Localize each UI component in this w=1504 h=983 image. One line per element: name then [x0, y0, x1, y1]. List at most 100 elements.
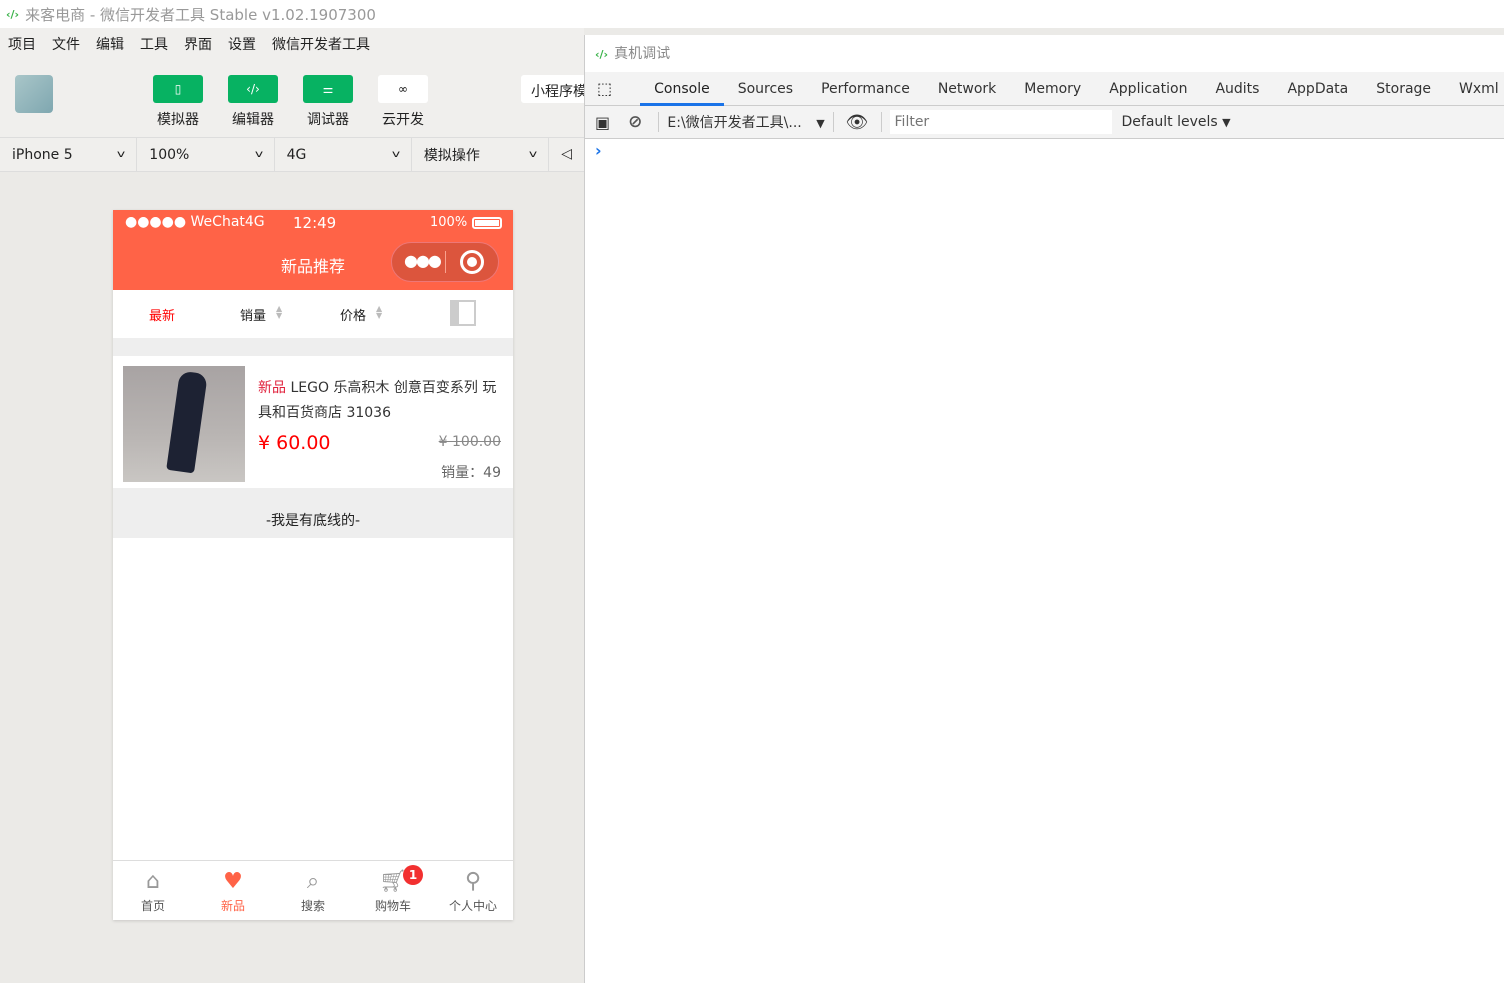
app-logo-icon: ‹/›	[6, 7, 20, 21]
battery-icon	[472, 217, 502, 229]
menu-file[interactable]: 文件	[52, 34, 80, 54]
avatar[interactable]	[15, 75, 53, 113]
clear-console-icon[interactable]: ⊘	[620, 112, 650, 132]
more-icon[interactable]: ●●●	[404, 251, 442, 270]
tab-audits[interactable]: Audits	[1201, 72, 1273, 106]
tab-profile[interactable]: ⚲ 个人中心	[433, 861, 513, 920]
code-icon: ‹/›	[228, 75, 278, 103]
devtools-title-text: 真机调试	[614, 46, 671, 62]
menu-wechat-devtools[interactable]: 微信开发者工具	[272, 34, 370, 54]
levels-value: Default levels	[1121, 114, 1218, 130]
tab-label: 新品	[220, 899, 245, 913]
eye-icon[interactable]: 👁︎	[842, 112, 873, 133]
product-card[interactable]: 新品 LEGO 乐高积木 创意百变系列 玩具和百货商店 31036 ¥ 60.0…	[113, 356, 513, 488]
tab-performance[interactable]: Performance	[807, 72, 924, 106]
end-of-list-text: -我是有底线的-	[113, 488, 513, 538]
sort-latest[interactable]: 最新	[149, 305, 175, 324]
nav-header: ●●●●● WeChat4G 12:49 100% 新品推荐 ●●●	[113, 210, 513, 290]
product-title: 新品 LEGO 乐高积木 创意百变系列 玩具和百货商店 31036	[258, 376, 498, 426]
sort-bar: 最新 销量 ▲ ▼ 价格 ▲ ▼	[113, 290, 513, 338]
divider	[832, 112, 834, 132]
debugger-button[interactable]: ⚌ 调试器	[303, 75, 353, 129]
debugger-label: 调试器	[307, 112, 349, 128]
operation-select[interactable]: 模拟操作 v	[412, 138, 550, 171]
tab-memory[interactable]: Memory	[1010, 72, 1095, 106]
zoom-select[interactable]: 100% v	[137, 138, 275, 171]
sort-price[interactable]: 价格	[340, 305, 366, 324]
mode-select[interactable]: 小程序模式	[521, 75, 591, 103]
divider	[658, 112, 660, 132]
cart-icon: 🛒︎ 1	[353, 865, 433, 897]
close-miniprogram-icon[interactable]	[460, 250, 484, 274]
operation-value: 模拟操作	[423, 147, 480, 164]
sliders-icon: ⚌	[303, 75, 353, 103]
phone-icon: ▯	[153, 75, 203, 103]
tab-label: 购物车	[374, 899, 411, 913]
tab-home[interactable]: ⌂ 首页	[113, 861, 193, 920]
menu-project[interactable]: 项目	[8, 34, 36, 54]
home-icon: ⌂	[146, 869, 160, 894]
context-select[interactable]: E:\微信开发者工具\... ▼	[667, 112, 824, 132]
tab-appdata[interactable]: AppData	[1273, 72, 1362, 106]
window-title: 来客电商 - 微信开发者工具 Stable v1.02.1907300	[25, 5, 376, 24]
chevron-down-icon: v	[117, 149, 126, 160]
device-select[interactable]: iPhone 5 v	[0, 138, 138, 171]
menu-view[interactable]: 界面	[184, 34, 212, 54]
tab-application[interactable]: Application	[1095, 72, 1201, 106]
dropdown-arrow-icon: ▼	[816, 117, 825, 130]
cloud-icon: ∞	[378, 75, 428, 103]
user-icon: ⚲	[464, 869, 482, 894]
cart-badge: 1	[403, 865, 423, 885]
product-price: ¥ 60.00	[258, 432, 331, 454]
dropdown-arrow-icon: ▼	[1222, 116, 1231, 129]
cloud-button[interactable]: ∞ 云开发	[378, 75, 428, 129]
tab-sources[interactable]: Sources	[724, 72, 807, 106]
toolbar: ▯ 模拟器 ‹/› 编辑器 ⚌ 调试器 ∞ 云开发 小程序模式	[0, 60, 591, 138]
inspect-element-icon[interactable]: ⬚	[585, 79, 624, 98]
product-name: LEGO 乐高积木 创意百变系列 玩具和百货商店 31036	[258, 380, 497, 421]
cloud-label: 云开发	[382, 112, 424, 128]
device-value: iPhone 5	[12, 146, 73, 163]
sort-sales[interactable]: 销量	[240, 305, 266, 324]
product-image[interactable]	[123, 366, 245, 482]
list-view-icon[interactable]	[450, 300, 476, 326]
title-bar: ‹/› 来客电商 - 微信开发者工具 Stable v1.02.1907300	[0, 0, 1504, 28]
tab-search[interactable]: ⌕ 搜索	[273, 861, 353, 920]
console-toolbar: ▣ ⊘ E:\微信开发者工具\... ▼ 👁︎ Default levels ▼	[585, 106, 1504, 139]
capsule-divider	[445, 251, 446, 273]
capsule-menu: ●●●	[391, 242, 499, 282]
volume-icon[interactable]: ◁	[549, 138, 584, 171]
zoom-value: 100%	[149, 146, 190, 163]
chevron-down-icon: v	[529, 149, 538, 160]
network-value: 4G	[286, 146, 307, 163]
tab-label: 个人中心	[448, 899, 497, 913]
filter-input[interactable]	[889, 110, 1112, 134]
levels-select[interactable]: Default levels ▼	[1122, 114, 1231, 130]
tab-network[interactable]: Network	[924, 72, 1010, 106]
console-prompt[interactable]: ›	[595, 141, 602, 160]
chevron-down-icon: v	[391, 149, 401, 160]
menu-edit[interactable]: 编辑	[96, 34, 124, 54]
menu-bar: 项目 文件 编辑 工具 界面 设置 微信开发者工具	[0, 28, 584, 60]
simulator-button[interactable]: ▯ 模拟器	[153, 75, 203, 129]
tab-console[interactable]: Console	[640, 72, 724, 106]
tab-label: 搜索	[300, 899, 325, 913]
editor-button[interactable]: ‹/› 编辑器	[228, 75, 278, 129]
sales-count: 销量：49	[441, 465, 501, 481]
menu-settings[interactable]: 设置	[228, 34, 256, 54]
shopping-bag-icon: ♥	[223, 869, 243, 894]
tab-wxml[interactable]: Wxml	[1445, 72, 1504, 106]
sort-arrows-icon: ▲ ▼	[276, 304, 283, 320]
battery-text: 100%	[430, 215, 468, 230]
context-value: E:\微信开发者工具\...	[667, 115, 802, 131]
tab-cart[interactable]: 🛒︎ 1 购物车	[353, 861, 433, 920]
simulator-label: 模拟器	[157, 112, 199, 128]
menu-tools[interactable]: 工具	[140, 34, 168, 54]
device-bar: iPhone 5 v 100% v 4G v 模拟操作 v ◁	[0, 137, 584, 172]
tab-storage[interactable]: Storage	[1362, 72, 1445, 106]
devtools-title: ‹/› 真机调试	[595, 43, 670, 63]
network-select[interactable]: 4G v	[275, 138, 412, 171]
editor-label: 编辑器	[232, 112, 274, 128]
tab-new[interactable]: ♥ 新品	[193, 861, 273, 920]
sidebar-toggle-icon[interactable]: ▣	[585, 113, 620, 132]
